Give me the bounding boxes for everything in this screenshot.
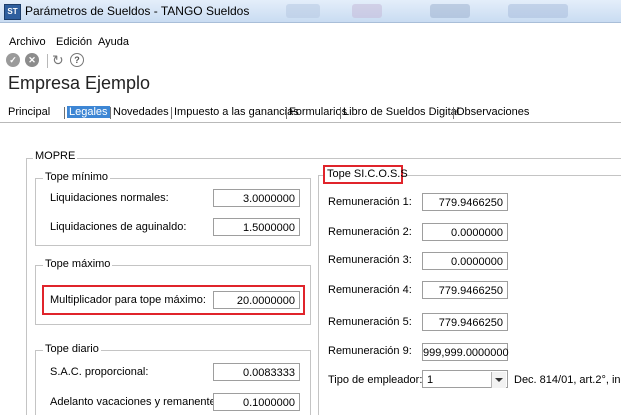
- toolbar-separator: [47, 54, 48, 68]
- mopre-group-title: MOPRE: [33, 150, 78, 162]
- blurred-title-area: [286, 4, 320, 18]
- tipo-empleador-select[interactable]: 1: [422, 370, 508, 388]
- check-circle-icon[interactable]: ✓: [6, 53, 20, 67]
- remuneracion-3-input[interactable]: 0.0000000: [422, 252, 508, 270]
- tab-principal[interactable]: Principal: [6, 106, 52, 118]
- remuneracion-1-input[interactable]: 779.9466250: [422, 193, 508, 211]
- tipo-empleador-label: Tipo de empleador:: [328, 374, 423, 386]
- chevron-down-icon[interactable]: [491, 372, 506, 388]
- menu-bar: Archivo Edición Ayuda: [0, 36, 621, 52]
- menu-archivo[interactable]: Archivo: [9, 36, 46, 48]
- tope-diario-title: Tope diario: [43, 343, 101, 355]
- blurred-title-area: [508, 4, 568, 18]
- refresh-icon[interactable]: ↻: [52, 52, 64, 69]
- multiplicador-tope-maximo-input[interactable]: 20.0000000: [213, 291, 300, 309]
- tango-app-icon: ST: [4, 4, 21, 20]
- sicoss-group-border: [318, 175, 319, 415]
- liquidaciones-normales-label: Liquidaciones normales:: [50, 192, 169, 204]
- tab-legales[interactable]: Legales: [67, 106, 110, 118]
- remuneracion-5-label: Remuneración 5:: [328, 316, 412, 328]
- tab-observaciones[interactable]: Observaciones: [454, 106, 531, 118]
- liquidaciones-aguinaldo-label: Liquidaciones de aguinaldo:: [50, 221, 187, 233]
- remuneracion-5-input[interactable]: 779.9466250: [422, 313, 508, 331]
- remuneracion-9-input[interactable]: 999,999.0000000: [422, 343, 509, 361]
- tipo-empleador-value: 1: [427, 374, 434, 386]
- mopre-group-border: [26, 158, 27, 415]
- remuneracion-3-label: Remuneración 3:: [328, 254, 412, 266]
- sac-proporcional-input[interactable]: 0.0083333: [213, 363, 300, 381]
- multiplicador-tope-maximo-label: Multiplicador para tope máximo:: [50, 294, 206, 306]
- company-name: Empresa Ejemplo: [8, 73, 151, 93]
- remuneracion-4-label: Remuneración 4:: [328, 284, 412, 296]
- sicoss-group-title: Tope SI.C.O.S.S: [327, 168, 408, 180]
- tope-minimo-title: Tope mínimo: [43, 171, 110, 183]
- menu-ayuda[interactable]: Ayuda: [98, 36, 129, 48]
- adelanto-vacaciones-input[interactable]: 0.1000000: [213, 393, 300, 411]
- remuneracion-2-label: Remuneración 2:: [328, 226, 412, 238]
- adelanto-vacaciones-label: Adelanto vacaciones y remanente:: [50, 396, 219, 408]
- tab-libro-sueldos-digital[interactable]: Libro de Sueldos Digital: [341, 106, 461, 118]
- tope-maximo-title: Tope máximo: [43, 258, 113, 270]
- liquidaciones-aguinaldo-input[interactable]: 1.5000000: [213, 218, 300, 236]
- blurred-title-area: [352, 4, 382, 18]
- blurred-title-area: [430, 4, 470, 18]
- sac-proporcional-label: S.A.C. proporcional:: [50, 366, 149, 378]
- tab-strip: Principal Legales Novedades Impuesto a l…: [0, 104, 621, 123]
- close-circle-icon[interactable]: ✕: [25, 53, 39, 67]
- remuneracion-9-label: Remuneración 9:: [328, 345, 412, 357]
- liquidaciones-normales-input[interactable]: 3.0000000: [213, 189, 300, 207]
- toolbar: ✓ ✕ ↻ ?: [0, 52, 621, 70]
- mopre-group-border: [26, 158, 621, 159]
- remuneracion-1-label: Remuneración 1:: [328, 196, 412, 208]
- tipo-empleador-note: Dec. 814/01, art.2°, inc.I: [514, 374, 621, 386]
- window-title: Parámetros de Sueldos - TANGO Sueldos: [25, 4, 250, 18]
- tab-novedades[interactable]: Novedades: [111, 106, 171, 118]
- tab-separator: [64, 107, 65, 119]
- menu-edicion[interactable]: Edición: [56, 36, 92, 48]
- remuneracion-4-input[interactable]: 779.9466250: [422, 281, 508, 299]
- help-icon[interactable]: ?: [70, 53, 84, 67]
- title-bar: ST Parámetros de Sueldos - TANGO Sueldos: [0, 0, 621, 23]
- remuneracion-2-input[interactable]: 0.0000000: [422, 223, 508, 241]
- tab-impuesto-ganancias[interactable]: Impuesto a las ganancias: [172, 106, 301, 118]
